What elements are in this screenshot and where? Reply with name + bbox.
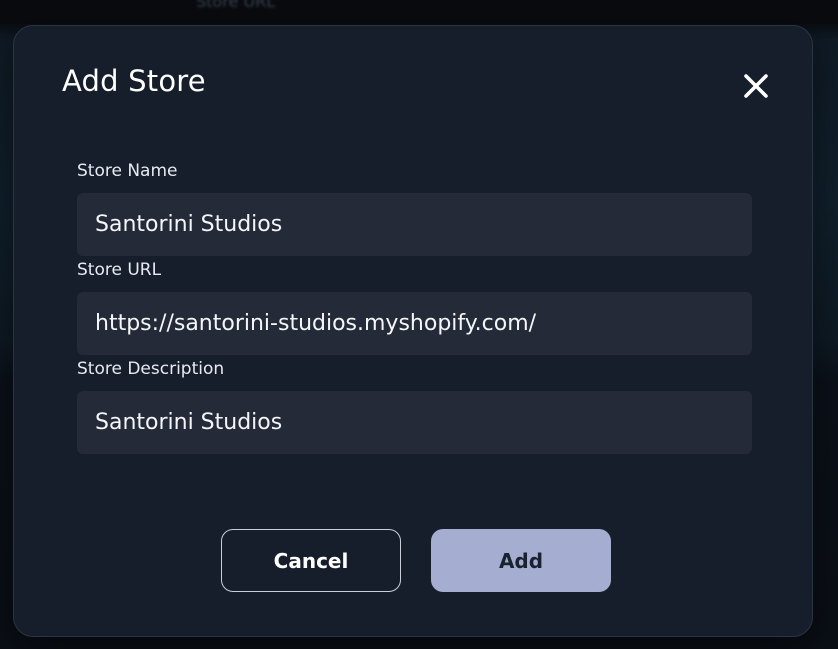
store-url-label: Store URL: [77, 260, 162, 280]
close-button[interactable]: [738, 68, 774, 104]
store-name-label: Store Name: [77, 161, 178, 181]
close-icon: [744, 74, 768, 98]
store-name-input[interactable]: [77, 193, 752, 256]
store-description-input[interactable]: [77, 391, 752, 454]
store-url-input[interactable]: [77, 292, 752, 355]
background-header: Store URL: [0, 0, 838, 24]
dialog-title: Add Store: [62, 64, 206, 98]
background-field-label: Store URL: [196, 0, 276, 11]
store-description-label: Store Description: [77, 359, 225, 379]
add-store-dialog: Add Store Store Name Store URL Store Des…: [13, 25, 813, 637]
cancel-button[interactable]: Cancel: [221, 529, 401, 592]
add-button[interactable]: Add: [431, 529, 611, 592]
